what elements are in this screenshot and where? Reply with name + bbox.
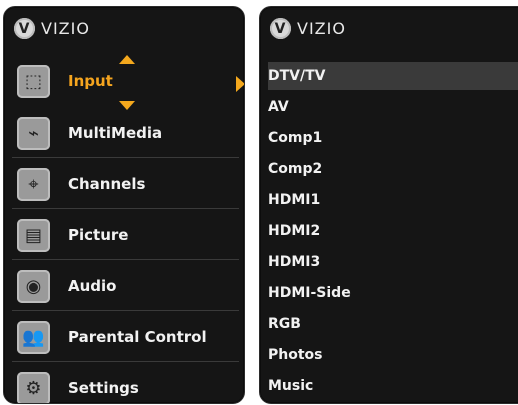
submenu-item-label: Music (268, 378, 314, 394)
menu-item-parental-control[interactable]: 👥 Parental Control (12, 313, 239, 362)
menu-item-label: MultiMedia (68, 124, 163, 142)
submenu-item-label: Comp1 (268, 130, 323, 146)
submenu-item-label: RGB (268, 316, 301, 332)
submenu-pointer-arrow-icon (236, 76, 244, 92)
menu-item-audio[interactable]: ◉ Audio (12, 262, 239, 311)
menu-item-label: Picture (68, 226, 129, 244)
menu-item-label: Audio (68, 277, 117, 295)
brand-name: VIZIO (297, 19, 346, 38)
submenu-item-label: AV (268, 99, 289, 115)
submenu-item-photos[interactable]: Photos (268, 341, 518, 369)
settings-icon: ⚙ (17, 371, 50, 403)
submenu-item-label: DTV/TV (268, 68, 326, 84)
vizio-badge-icon (270, 18, 291, 39)
input-icon: ⬚ (17, 64, 50, 98)
menu-item-settings[interactable]: ⚙ Settings (12, 364, 239, 403)
menu-item-label: Parental Control (68, 328, 207, 346)
submenu-item-rgb[interactable]: RGB (268, 310, 518, 338)
antenna-icon: ⌖ (17, 167, 50, 201)
main-menu-panel: VIZIO ⬚ Input ⌁ MultiMedia ⌖ Channels ▤ … (3, 6, 245, 404)
parental-icon: 👥 (17, 320, 50, 354)
menu-item-label: Input (68, 72, 113, 90)
submenu-item-hdmi1[interactable]: HDMI1 (268, 186, 518, 214)
submenu-item-av[interactable]: AV (268, 93, 518, 121)
submenu-item-label: Comp2 (268, 161, 323, 177)
submenu-item-label: HDMI1 (268, 192, 321, 208)
vizio-logo: VIZIO (270, 18, 346, 39)
menu-item-input[interactable]: ⬚ Input (12, 57, 239, 105)
input-submenu-panel: VIZIO DTV/TV AV Comp1 Comp2 HDMI1 HDMI2 … (259, 6, 518, 404)
submenu-item-music[interactable]: Music (268, 372, 518, 400)
submenu-item-hdmi3[interactable]: HDMI3 (268, 248, 518, 276)
submenu-item-label: Photos (268, 347, 323, 363)
picture-icon: ▤ (17, 218, 50, 252)
usb-icon: ⌁ (17, 116, 50, 150)
vizio-badge-icon (14, 18, 35, 39)
speaker-icon: ◉ (17, 269, 50, 303)
submenu-item-hdmi2[interactable]: HDMI2 (268, 217, 518, 245)
submenu-item-label: HDMI2 (268, 223, 321, 239)
submenu-item-comp2[interactable]: Comp2 (268, 155, 518, 183)
vizio-logo: VIZIO (14, 18, 90, 39)
brand-name: VIZIO (41, 19, 90, 38)
menu-item-channels[interactable]: ⌖ Channels (12, 160, 239, 209)
menu-item-multimedia[interactable]: ⌁ MultiMedia (12, 109, 239, 158)
menu-item-picture[interactable]: ▤ Picture (12, 211, 239, 260)
submenu-item-comp1[interactable]: Comp1 (268, 124, 518, 152)
submenu-item-dtv-tv[interactable]: DTV/TV (268, 62, 518, 90)
submenu-item-label: HDMI-Side (268, 285, 351, 301)
menu-item-label: Channels (68, 175, 146, 193)
submenu-item-hdmi-side[interactable]: HDMI-Side (268, 279, 518, 307)
menu-item-label: Settings (68, 379, 139, 397)
submenu-item-label: HDMI3 (268, 254, 321, 270)
